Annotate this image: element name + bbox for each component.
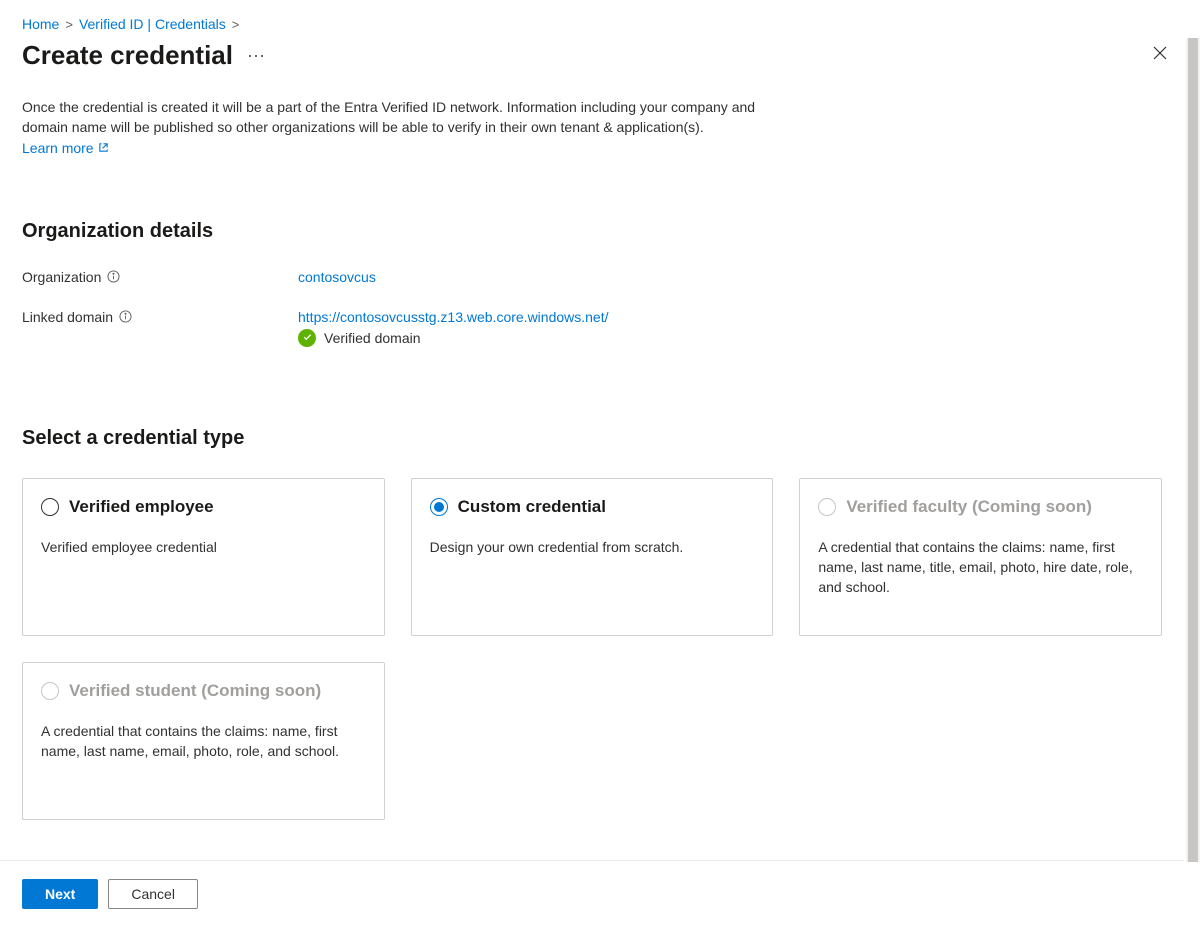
- page-header: Create credential ⋯: [22, 40, 1178, 71]
- select-credential-title: Select a credential type: [22, 427, 1178, 450]
- card-title: Custom credential: [458, 497, 606, 517]
- card-desc: Verified employee credential: [41, 537, 366, 557]
- org-row: Organization contosovcus: [22, 269, 1178, 285]
- radio-verified-employee[interactable]: [41, 498, 59, 516]
- org-link[interactable]: contosovcus: [298, 269, 376, 285]
- learn-more-link[interactable]: Learn more: [22, 140, 1178, 156]
- card-title: Verified student (Coming soon): [69, 681, 321, 701]
- card-desc: A credential that contains the claims: n…: [41, 721, 366, 762]
- breadcrumb: Home > Verified ID | Credentials >: [22, 16, 1178, 32]
- linked-domain-value: https://contosovcusstg.z13.web.core.wind…: [298, 309, 609, 347]
- breadcrumb-home[interactable]: Home: [22, 16, 59, 32]
- breadcrumb-verified-id[interactable]: Verified ID | Credentials: [79, 16, 226, 32]
- card-desc: A credential that contains the claims: n…: [818, 537, 1143, 598]
- linked-domain-label-text: Linked domain: [22, 309, 113, 325]
- more-icon[interactable]: ⋯: [247, 47, 266, 65]
- info-icon[interactable]: [119, 310, 132, 323]
- radio-verified-faculty: [818, 498, 836, 516]
- card-desc: Design your own credential from scratch.: [430, 537, 755, 557]
- verified-domain-text: Verified domain: [324, 330, 421, 346]
- card-verified-faculty: Verified faculty (Coming soon) A credent…: [799, 478, 1162, 636]
- learn-more-label: Learn more: [22, 140, 94, 156]
- credential-cards-grid: Verified employee Verified employee cred…: [22, 478, 1162, 820]
- card-title: Verified employee: [69, 497, 214, 517]
- footer-bar: Next Cancel: [0, 860, 1184, 927]
- card-title: Verified faculty (Coming soon): [846, 497, 1092, 517]
- external-link-icon: [98, 142, 109, 153]
- card-custom-credential[interactable]: Custom credential Design your own creden…: [411, 478, 774, 636]
- linked-domain-link[interactable]: https://contosovcusstg.z13.web.core.wind…: [298, 309, 609, 325]
- page-title: Create credential: [22, 40, 233, 71]
- breadcrumb-separator: >: [65, 17, 73, 32]
- breadcrumb-separator: >: [232, 17, 240, 32]
- linked-domain-label: Linked domain: [22, 309, 298, 325]
- linked-domain-row: Linked domain https://contosovcusstg.z13…: [22, 309, 1178, 347]
- org-label: Organization: [22, 269, 298, 285]
- verified-check-icon: [298, 329, 316, 347]
- intro-text: Once the credential is created it will b…: [22, 97, 792, 138]
- radio-custom-credential[interactable]: [430, 498, 448, 516]
- org-value: contosovcus: [298, 269, 376, 285]
- info-icon[interactable]: [107, 270, 120, 283]
- close-icon[interactable]: [1142, 41, 1178, 70]
- cancel-button[interactable]: Cancel: [108, 879, 198, 909]
- org-label-text: Organization: [22, 269, 101, 285]
- card-verified-employee[interactable]: Verified employee Verified employee cred…: [22, 478, 385, 636]
- next-button[interactable]: Next: [22, 879, 98, 909]
- card-verified-student: Verified student (Coming soon) A credent…: [22, 662, 385, 820]
- org-details-title: Organization details: [22, 220, 1178, 243]
- scrollbar-thumb[interactable]: [1188, 38, 1198, 862]
- radio-verified-student: [41, 682, 59, 700]
